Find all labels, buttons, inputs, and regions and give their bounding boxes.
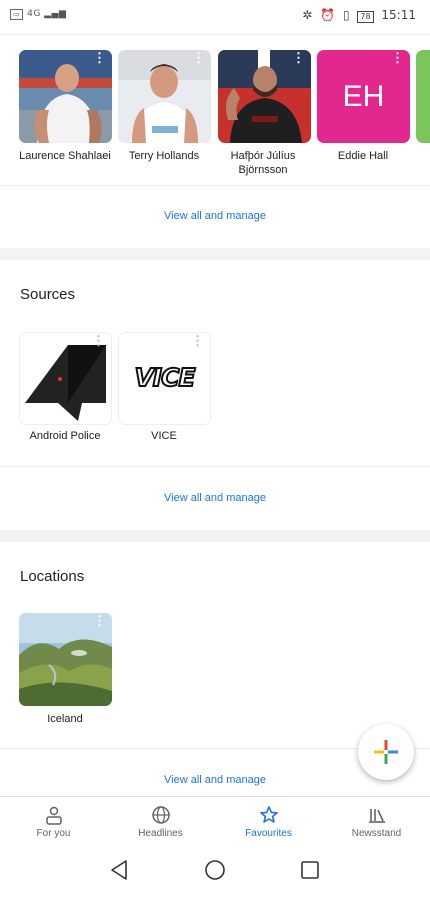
network-label: 4G [27,9,41,19]
network-indicator: ▭ 4G ▂▄▆ [10,9,66,20]
vice-logo: VICE [133,362,196,393]
view-all-people-link[interactable]: View all and manage [0,210,430,222]
people-section: ⋮ Laurence Shahlaei ⋮ Terry Hollands ⋮ H… [0,35,430,248]
person-name: Terry Hollands [128,150,200,162]
nav-label: Favourites [245,828,292,839]
source-card-android-police[interactable]: ⋮ [19,332,112,425]
person-card-hafthor[interactable]: ⋮ [218,50,311,143]
nav-headlines[interactable]: Headlines [107,797,214,849]
section-divider [0,248,430,260]
row-divider [0,185,430,186]
system-navigation [0,848,430,892]
section-title: Sources [20,286,76,303]
bottom-navigation: For you Headlines Favourites Newsstand [0,796,430,849]
section-title: Locations [20,568,85,585]
more-options-icon[interactable]: ⋮ [92,334,105,347]
nav-for-you[interactable]: For you [0,797,107,849]
person-card-eddie[interactable]: EH ⋮ [317,50,410,143]
nav-label: For you [36,828,71,839]
person-icon [46,806,62,825]
more-options-icon[interactable]: ⋮ [192,51,205,64]
status-icons: ✲ ⏰ ▯ 78 15:11 [298,8,416,23]
more-options-icon[interactable]: ⋮ [93,51,106,64]
nav-label: Headlines [138,828,183,839]
plus-icon [374,740,398,764]
sources-section: Sources ⋮ Android Police VICE ⋮ VICE Vie… [0,260,430,530]
star-icon [260,806,278,823]
nav-favourites[interactable]: Favourites [215,797,322,849]
more-options-icon[interactable]: ⋮ [191,334,204,347]
nfc-icon: ✲ [302,8,313,22]
person-initials: EH [342,80,385,113]
source-name: VICE [151,430,177,442]
nav-newsstand[interactable]: Newsstand [323,797,430,849]
system-nav-icons [111,860,319,880]
person-card-terry[interactable]: ⋮ [118,50,211,143]
location-card-iceland[interactable]: ⋮ [19,613,112,706]
more-options-icon[interactable]: ⋮ [93,614,106,627]
person-card-partial[interactable] [416,50,430,143]
add-fab-button[interactable] [358,724,414,780]
more-options-icon[interactable]: ⋮ [292,51,305,64]
alarm-icon: ⏰ [320,8,336,22]
row-divider [0,466,430,467]
person-card-laurence[interactable]: ⋮ [19,50,112,143]
recents-icon[interactable] [301,861,319,879]
battery-icon: 78 [357,11,374,23]
section-divider [0,530,430,542]
back-icon[interactable] [111,860,127,880]
source-name: Android Police [29,430,101,442]
globe-icon [152,806,170,824]
view-all-sources-link[interactable]: View all and manage [0,492,430,504]
newsstand-icon [369,809,385,823]
home-icon[interactable] [205,860,225,880]
clock: 15:11 [381,8,416,22]
status-bar: ▭ 4G ▂▄▆ ✲ ⏰ ▯ 78 15:11 [0,0,430,34]
source-card-vice[interactable]: VICE ⋮ [118,332,211,425]
location-name: Iceland [47,713,83,725]
person-name: Laurence Shahlaei [19,150,111,162]
person-name: Hafþór Júlíus Björnsson [230,150,296,176]
more-options-icon[interactable]: ⋮ [391,51,404,64]
sim-icon: ▭ [10,9,24,20]
nav-label: Newsstand [351,828,402,839]
person-name: Eddie Hall [337,150,389,162]
vibrate-icon: ▯ [342,8,350,22]
